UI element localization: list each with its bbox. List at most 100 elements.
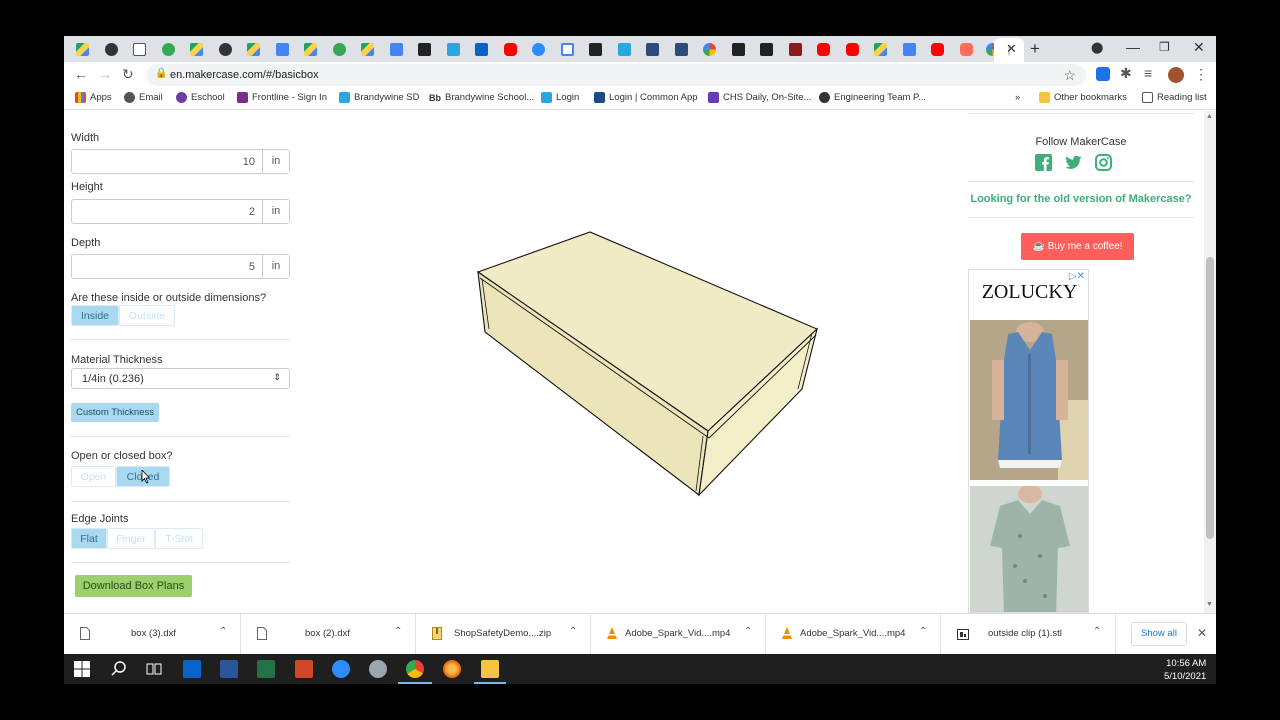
height-value[interactable]: 2: [249, 206, 255, 218]
tab-google[interactable]: [695, 39, 723, 59]
scroll-up-icon[interactable]: ▲: [1206, 113, 1213, 120]
tab-youtube3[interactable]: [838, 39, 866, 59]
bookmark-reading-list[interactable]: Reading list: [1142, 92, 1207, 103]
menu-kebab-icon[interactable]: ⋮: [1194, 66, 1208, 83]
tab-docs3[interactable]: [895, 39, 923, 59]
outlook-app-icon[interactable]: [183, 660, 201, 678]
download-item[interactable]: ShopSafetyDemo....zip ⌃: [416, 614, 591, 655]
tab-red[interactable]: [781, 39, 809, 59]
search-icon[interactable]: [110, 660, 128, 678]
bookmark-eschool[interactable]: Eschool: [176, 92, 225, 103]
forward-icon[interactable]: →: [98, 66, 112, 82]
tab-drive3[interactable]: [239, 39, 267, 59]
chevron-up-icon[interactable]: ⌃: [919, 626, 927, 637]
profile-avatar[interactable]: [1168, 67, 1184, 83]
scroll-down-icon[interactable]: ▼: [1206, 601, 1213, 608]
zoom-app-icon[interactable]: [332, 660, 350, 678]
bookmark-common-app[interactable]: Login | Common App: [594, 92, 698, 103]
translate-extension-icon[interactable]: [1096, 67, 1110, 81]
tab-youtube4[interactable]: [923, 39, 951, 59]
chrome-app-icon[interactable]: [406, 660, 424, 678]
extensions-puzzle-icon[interactable]: ✱: [1120, 65, 1132, 82]
tab-dark2[interactable]: [752, 39, 780, 59]
tab-cloud[interactable]: [439, 39, 467, 59]
ad-dress-image-1[interactable]: [970, 320, 1088, 480]
tab-search-icon[interactable]: ⬤: [1091, 41, 1103, 54]
reload-icon[interactable]: ↻: [122, 66, 134, 83]
tab-youtube2[interactable]: [809, 39, 837, 59]
close-shelf-icon[interactable]: ✕: [1197, 626, 1207, 640]
open-option[interactable]: Open: [71, 466, 116, 487]
chevron-up-icon[interactable]: ⌃: [569, 626, 577, 637]
download-item[interactable]: outside clip (1).stl ⌃: [941, 614, 1116, 655]
tab-s[interactable]: [97, 39, 125, 59]
url-text[interactable]: en.makercase.com/#/basicbox: [170, 69, 319, 81]
width-value[interactable]: 10: [243, 156, 255, 168]
depth-value[interactable]: 5: [249, 261, 255, 273]
tab-docs2[interactable]: [382, 39, 410, 59]
new-tab-icon[interactable]: +: [1030, 39, 1040, 59]
download-item[interactable]: box (2).dxf ⌃: [241, 614, 416, 655]
tab-drive5[interactable]: [353, 39, 381, 59]
tab-dark[interactable]: [410, 39, 438, 59]
tab-green[interactable]: [154, 39, 182, 59]
bookmark-frontline[interactable]: Frontline - Sign In: [237, 92, 327, 103]
inside-option[interactable]: Inside: [71, 305, 119, 326]
tab-drive2[interactable]: [182, 39, 210, 59]
tab-tac[interactable]: [667, 39, 695, 59]
advertisement[interactable]: ▷✕ ZOLUCKY: [968, 269, 1089, 613]
tab-outlook[interactable]: [467, 39, 495, 59]
bookmarks-overflow-chevron[interactable]: »: [1015, 92, 1020, 103]
chevron-up-icon[interactable]: ⌃: [219, 626, 227, 637]
buy-me-a-coffee-button[interactable]: ☕ Buy me a coffee!: [1021, 233, 1134, 260]
ad-dress-image-2[interactable]: [970, 486, 1088, 612]
depth-field[interactable]: 5 in: [71, 254, 290, 279]
download-item[interactable]: Adobe_Spark_Vid....mp4 ⌃: [591, 614, 766, 655]
tab-amazon2[interactable]: [724, 39, 752, 59]
tab-screencast[interactable]: [952, 39, 980, 59]
file-explorer-icon[interactable]: [481, 660, 499, 678]
bookmark-apps[interactable]: Apps: [75, 92, 112, 103]
tab-amazon[interactable]: [581, 39, 609, 59]
chevron-up-icon[interactable]: ⌃: [1093, 626, 1101, 637]
outside-option[interactable]: Outside: [119, 305, 175, 326]
tslot-option[interactable]: T-Slot: [155, 528, 203, 549]
tab-docs[interactable]: [268, 39, 296, 59]
windows-start-icon[interactable]: [74, 661, 90, 677]
firefox-app-icon[interactable]: [443, 660, 461, 678]
chevron-up-icon[interactable]: ⌃: [744, 626, 752, 637]
task-view-icon[interactable]: [145, 660, 163, 678]
powerpoint-app-icon[interactable]: [295, 660, 313, 678]
flat-option[interactable]: Flat: [71, 528, 107, 549]
close-window-icon[interactable]: ✕: [1193, 39, 1205, 56]
bookmark-other[interactable]: Other bookmarks: [1039, 92, 1127, 103]
box-3d-viewer[interactable]: [464, 226, 824, 506]
facebook-icon[interactable]: [1035, 154, 1052, 171]
bookmark-brandywine-sd[interactable]: Brandywine SD: [339, 92, 419, 103]
tab-drive4[interactable]: [296, 39, 324, 59]
system-clock[interactable]: 10:56 AM 5/10/2021: [1164, 657, 1206, 683]
back-icon[interactable]: ←: [74, 66, 88, 82]
tab-drive[interactable]: [68, 39, 96, 59]
tab-zoom[interactable]: [524, 39, 552, 59]
bookmark-login[interactable]: Login: [541, 92, 579, 103]
address-bar[interactable]: 🔒 en.makercase.com/#/basicbox ☆: [146, 64, 1086, 86]
tab-green2[interactable]: [325, 39, 353, 59]
twitter-icon[interactable]: [1065, 154, 1082, 171]
scroll-thumb[interactable]: [1206, 257, 1214, 539]
restore-icon[interactable]: ❐: [1159, 40, 1170, 54]
minimize-icon[interactable]: —: [1126, 39, 1140, 55]
download-item[interactable]: box (3).dxf ⌃: [64, 614, 241, 655]
excel-app-icon[interactable]: [257, 660, 275, 678]
bookmark-brandywine-school[interactable]: Bb Brandywine School...: [429, 92, 534, 103]
chevron-up-icon[interactable]: ⌃: [394, 626, 402, 637]
page-scrollbar[interactable]: ▲ ▼: [1204, 111, 1216, 613]
bookmark-star-icon[interactable]: ☆: [1063, 67, 1076, 84]
custom-thickness-button[interactable]: Custom Thickness: [71, 403, 159, 422]
fusion-app-icon[interactable]: [369, 660, 387, 678]
tab-s2[interactable]: [211, 39, 239, 59]
height-field[interactable]: 2 in: [71, 199, 290, 224]
old-version-link[interactable]: Looking for the old version of Makercase…: [968, 193, 1194, 205]
tab-esp[interactable]: [638, 39, 666, 59]
tab-cloud2[interactable]: [610, 39, 638, 59]
